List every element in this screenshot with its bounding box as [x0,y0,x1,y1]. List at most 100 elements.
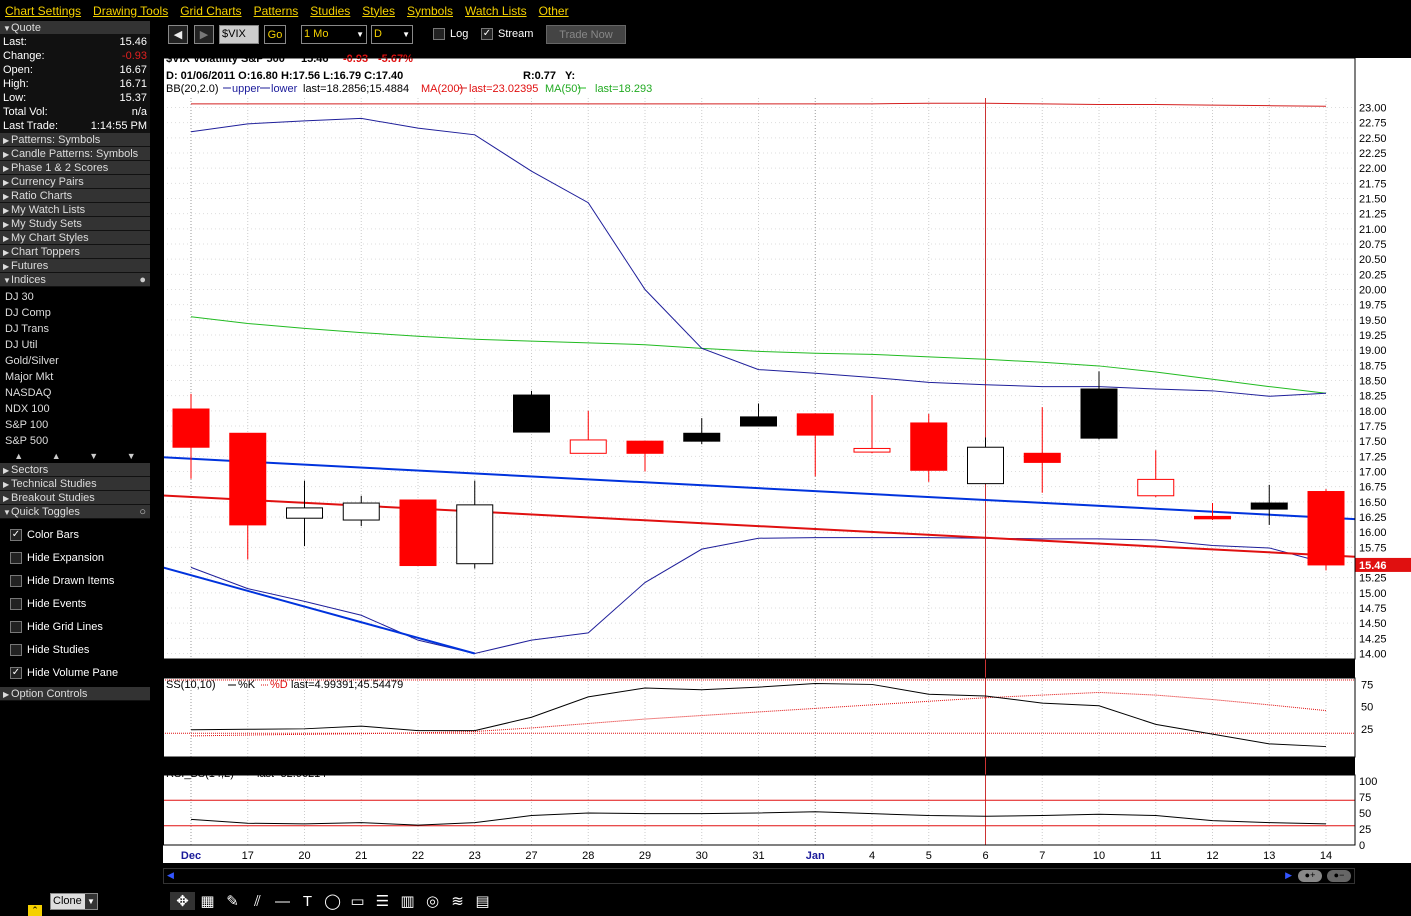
forward-button[interactable]: ▶ [194,25,214,44]
quick-toggle[interactable]: ✓ Hide Volume Pane [0,661,150,684]
trade-now-button[interactable]: Trade Now [546,25,626,44]
down-arrow-icon[interactable]: ▼ [89,451,98,461]
quick-toggle[interactable]: Hide Studies [0,638,150,661]
menu-item[interactable]: Other [539,4,569,18]
index-item[interactable]: Major Mkt [0,369,150,385]
log-toggle[interactable]: Log [433,28,468,40]
quote-value: 1:14:55 PM [90,120,147,132]
index-item[interactable]: S&P 100 [0,417,150,433]
collapse-up-icon[interactable]: ⌃ [28,905,42,916]
toggle-checkbox[interactable] [10,643,22,656]
indices-header-label: Indices [11,274,46,286]
arcs-icon[interactable]: ≋ [445,892,470,910]
quick-toggle[interactable]: Hide Grid Lines [0,615,150,638]
quick-toggles-label: Quick Toggles [11,506,80,518]
ellipse-icon[interactable]: ◯ [320,892,345,910]
gann-icon[interactable]: ▥ [395,892,420,910]
option-controls-header[interactable]: ▶ Option Controls [0,687,150,701]
go-button[interactable]: Go [264,25,286,44]
toggle-checkbox[interactable] [10,574,22,587]
sidebar-section[interactable]: ▶ Candle Patterns: Symbols [0,147,150,161]
stream-toggle[interactable]: ✓ Stream [481,28,533,40]
toggle-checkbox[interactable] [10,597,22,610]
top-arrow-icon[interactable]: ▲ [14,451,23,461]
sidebar-section[interactable]: ▶ My Watch Lists [0,203,150,217]
sidebar-section[interactable]: ▶ Futures [0,259,150,273]
sidebar-section[interactable]: ▶ My Chart Styles [0,231,150,245]
layout-icon[interactable]: ▦ [195,892,220,910]
sidebar-section[interactable]: ▶ Chart Toppers [0,245,150,259]
quick-toggle[interactable]: ✓ Color Bars [0,523,150,546]
symbol-input[interactable]: $VIX [219,25,259,44]
quick-toggle[interactable]: Hide Expansion [0,546,150,569]
rectangle-icon[interactable]: ▭ [345,892,370,910]
index-item[interactable]: DJ Comp [0,305,150,321]
menu-item[interactable]: Patterns [254,4,299,18]
sidebar-section[interactable]: ▶ Technical Studies [0,477,150,491]
y-tick-label: 14.50 [1359,618,1387,630]
zoom-out-icon[interactable]: ●− [1327,870,1351,882]
menu-item[interactable]: Chart Settings [5,4,81,18]
y-tick-label: 18.75 [1359,360,1387,372]
toggle-checkbox[interactable] [10,620,22,633]
menu-item[interactable]: Symbols [407,4,453,18]
period-select[interactable]: 1 Mo ▼ [301,25,367,44]
chart-area[interactable]: Dec 17 20 21 22 23 27 28 29 30 31 Jan 4 5 6 7 10 11 12 13 14… [162,50,1411,870]
horizontal-line-icon[interactable]: — [270,893,295,910]
menu-item[interactable]: Styles [362,4,395,18]
menu-item[interactable]: Grid Charts [180,4,241,18]
scroll-left-icon[interactable]: ◀ [167,870,174,881]
toggle-checkbox[interactable]: ✓ [10,528,22,541]
zoom-in-icon[interactable]: ●+ [1298,870,1322,882]
index-item[interactable]: S&P 500 [0,433,150,449]
index-item[interactable]: DJ Util [0,337,150,353]
fibonacci-icon[interactable]: ☰ [370,892,395,910]
period-value: 1 Mo [304,28,329,40]
chart-scrollbar[interactable]: ◀ ▶ ●+ ●− [163,868,1355,884]
index-item[interactable]: NDX 100 [0,401,150,417]
sidebar-section-label: My Study Sets [11,218,82,230]
sidebar-section[interactable]: ▶ Phase 1 & 2 Scores [0,161,150,175]
toggle-checkbox[interactable]: ✓ [10,666,22,679]
index-item[interactable]: DJ Trans [0,321,150,337]
sidebar-section[interactable]: ▶ Breakout Studies [0,491,150,505]
interval-select[interactable]: D ▼ [371,25,413,44]
clone-select[interactable]: Clone ▼ [50,893,98,910]
toggle-checkbox[interactable] [10,551,22,564]
cursor-icon[interactable]: ✥ [170,892,195,910]
pencil-icon[interactable]: ✎ [220,892,245,910]
indices-header[interactable]: ▼Indices ● [0,273,150,287]
index-item[interactable]: Gold/Silver [0,353,150,369]
candle-body [853,447,891,453]
sidebar-section[interactable]: ▶ My Study Sets [0,217,150,231]
index-item[interactable]: DJ 30 [0,289,150,305]
bottom-arrow-icon[interactable]: ▼ [127,451,136,461]
chart-change: -0.93 [343,53,368,65]
menu-item[interactable]: Watch Lists [465,4,527,18]
scroll-right-icon[interactable]: ▶ [1285,870,1292,881]
quick-toggle[interactable]: Hide Drawn Items [0,569,150,592]
sidebar-section[interactable]: ▶ Sectors [0,463,150,477]
channels-icon[interactable]: ▤ [470,892,495,910]
quote-header[interactable]: ▼Quote [0,21,150,35]
sidebar-section[interactable]: ▶ Ratio Charts [0,189,150,203]
sidebar-section[interactable]: ▶ Currency Pairs [0,175,150,189]
x-tick-label: 4 [869,850,875,862]
fan-icon[interactable]: ◎ [420,892,445,910]
quick-toggle[interactable]: Hide Events [0,592,150,615]
stream-checkbox[interactable]: ✓ [481,28,493,40]
list-scroll-arrows: ▲ ▲ ▼ ▼ [0,449,150,463]
sidebar-section[interactable]: ▶ Patterns: Symbols [0,133,150,147]
log-checkbox[interactable] [433,28,445,40]
quick-toggles-header[interactable]: ▼Quick Toggles ○ [0,505,150,519]
text-icon[interactable]: T [295,893,320,910]
collapse-triangle-icon: ▼ [3,24,11,33]
price-chart-svg[interactable]: Dec 17 20 21 22 23 27 28 29 30 31 Jan 4 5 6 7 10 11 12 13 14… [162,50,1411,870]
expand-triangle-icon: ▶ [3,480,10,489]
menu-item[interactable]: Drawing Tools [93,4,168,18]
menu-item[interactable]: Studies [310,4,350,18]
index-item[interactable]: NASDAQ [0,385,150,401]
parallel-lines-icon[interactable]: ⫽ [245,893,270,910]
up-arrow-icon[interactable]: ▲ [52,451,61,461]
back-button[interactable]: ◀ [168,25,188,44]
